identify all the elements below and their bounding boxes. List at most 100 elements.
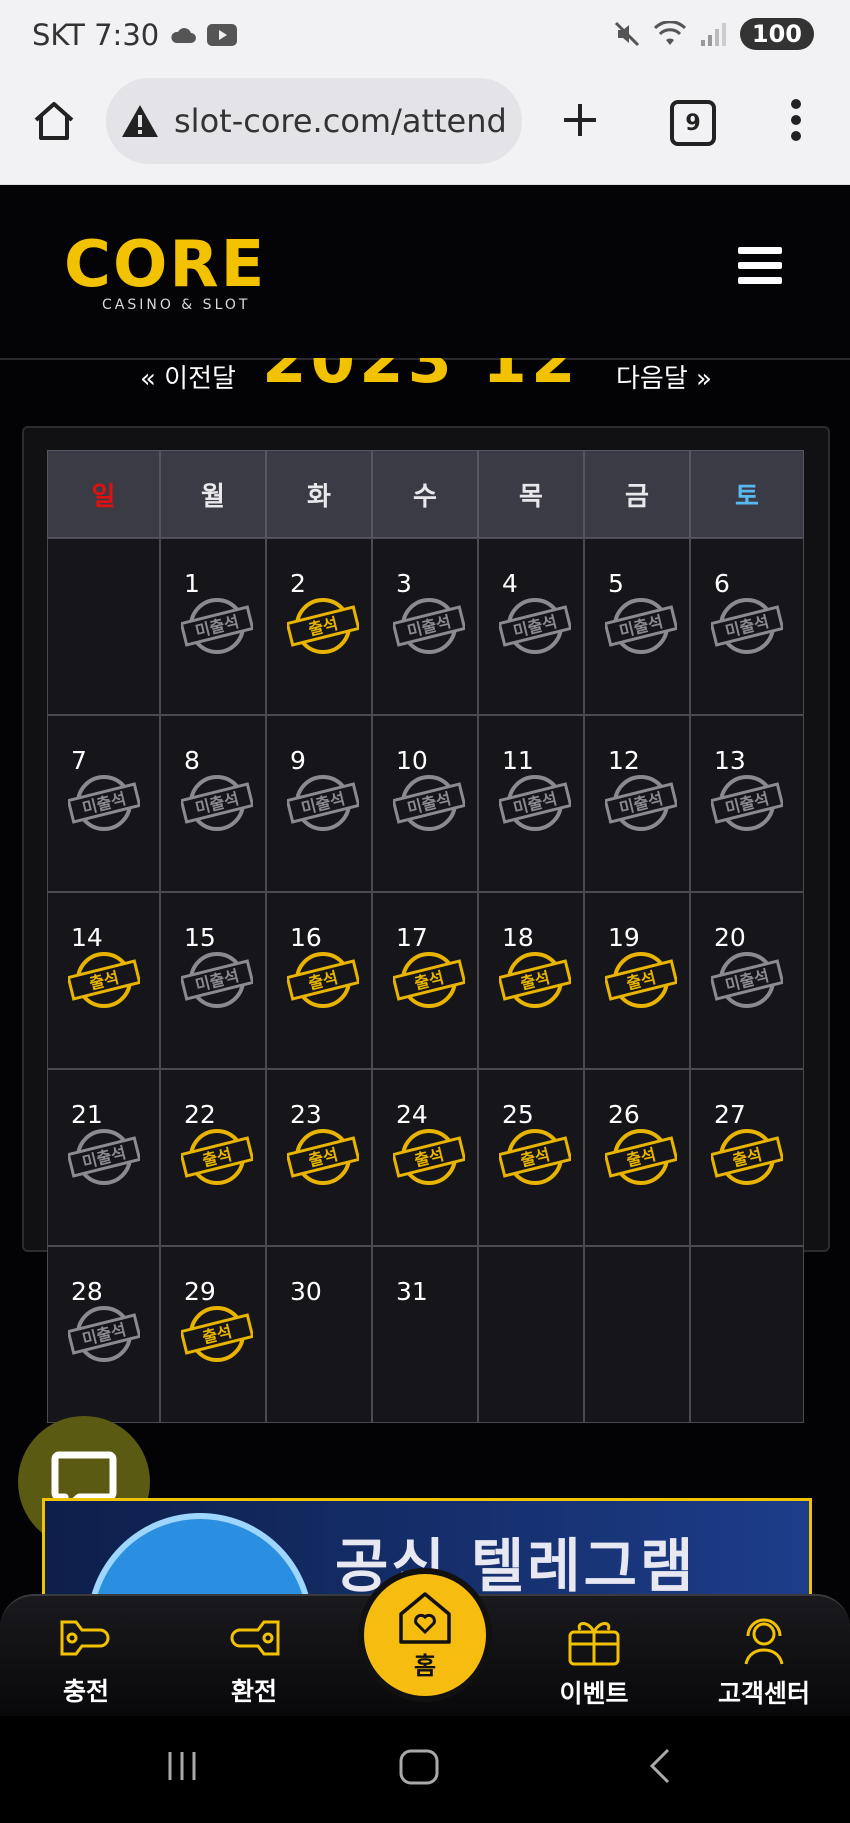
back-icon[interactable] [646, 1746, 672, 1786]
attended-stamp-icon: 출석 [393, 952, 465, 1008]
nav-charge[interactable]: 충전 [26, 1612, 146, 1708]
nav-exchange-label: 환전 [230, 1677, 277, 1706]
day-number: 26 [608, 1100, 640, 1129]
attended-stamp-icon: 출석 [499, 1129, 571, 1185]
bottom-navigation: 충전 환전 홈 이벤트 고객센터 [0, 1568, 850, 1718]
calendar-day-cell: 18 출석 [478, 892, 584, 1069]
day-number: 12 [608, 746, 640, 775]
calendar-day-cell: 20 미출석 [690, 892, 804, 1069]
absent-stamp-icon: 미출석 [181, 952, 253, 1008]
day-number: 8 [184, 746, 200, 775]
attended-stamp-icon: 출석 [181, 1306, 253, 1362]
site-logo[interactable]: CORE CASINO & SLOT [64, 233, 266, 313]
calendar-day-cell: 15 미출석 [160, 892, 266, 1069]
day-number: 25 [502, 1100, 534, 1129]
site-header: CORE CASINO & SLOT [0, 185, 850, 360]
day-number: 29 [184, 1277, 216, 1306]
more-menu-icon[interactable] [788, 98, 804, 142]
absent-stamp-icon: 미출석 [711, 598, 783, 654]
day-number: 28 [71, 1277, 103, 1306]
hamburger-menu-icon[interactable] [738, 247, 782, 292]
new-tab-icon[interactable] [560, 100, 600, 140]
day-number: 2 [290, 569, 306, 598]
calendar-day-cell: 5 미출석 [584, 538, 690, 715]
absent-stamp-icon: 미출석 [287, 775, 359, 831]
calendar-day-cell: 19 출석 [584, 892, 690, 1069]
calendar-day-cell: 24 출석 [372, 1069, 478, 1246]
calendar-day-cell: 8 미출석 [160, 715, 266, 892]
home-heart-icon [399, 1591, 451, 1644]
nav-support[interactable]: 고객센터 [704, 1612, 824, 1710]
tab-switcher-button[interactable]: 9 [670, 100, 716, 146]
absent-stamp-icon: 미출석 [393, 775, 465, 831]
battery-indicator: 100 [739, 18, 814, 50]
telegram-icon [90, 1513, 310, 1597]
nav-support-label: 고객센터 [717, 1679, 810, 1708]
logo-tagline: CASINO & SLOT [102, 297, 251, 313]
calendar-week-row: 7 미출석 8 미출석 9 미출석 10 미출석 11 미출석 12 미출석 13 미출석 [47, 715, 804, 892]
status-bar: SKT 7:30 100 [0, 0, 850, 74]
attended-stamp-icon: 출석 [287, 1129, 359, 1185]
absent-stamp-icon: 미출석 [181, 598, 253, 654]
attended-stamp-icon: 출석 [605, 1129, 677, 1185]
day-number: 14 [71, 923, 103, 952]
calendar-week-row: 28 미출석 29 출석 30 31 [47, 1246, 804, 1423]
day-number: 1 [184, 569, 200, 598]
day-number: 30 [290, 1277, 322, 1306]
calendar-day-cell: 9 미출석 [266, 715, 372, 892]
absent-stamp-icon: 미출석 [711, 952, 783, 1008]
calendar-day-cell: 1 미출석 [160, 538, 266, 715]
calendar-day-cell: 13 미출석 [690, 715, 804, 892]
calendar-day-cell: 25 출석 [478, 1069, 584, 1246]
weekday-header: 일 [47, 450, 160, 538]
calendar-day-cell [47, 538, 160, 715]
calendar-day-cell [690, 1246, 804, 1423]
warning-icon [122, 105, 158, 137]
url-text: slot-core.com/attend [174, 102, 507, 140]
recent-apps-icon[interactable] [164, 1748, 200, 1784]
home-button-icon[interactable] [398, 1748, 440, 1786]
calendar-day-cell: 26 출석 [584, 1069, 690, 1246]
logo-text: CORE [64, 228, 267, 302]
absent-stamp-icon: 미출석 [711, 775, 783, 831]
nav-event[interactable]: 이벤트 [534, 1612, 654, 1710]
calendar-day-cell: 3 미출석 [372, 538, 478, 715]
day-number: 19 [608, 923, 640, 952]
absent-stamp-icon: 미출석 [393, 598, 465, 654]
day-number: 5 [608, 569, 624, 598]
calendar-week-row: 21 미출석 22 출석 23 출석 24 출석 25 출석 26 출석 27 출석 [47, 1069, 804, 1246]
day-number: 20 [714, 923, 746, 952]
calendar-day-cell: 12 미출석 [584, 715, 690, 892]
weekday-header: 월 [160, 450, 266, 538]
day-number: 11 [502, 746, 534, 775]
next-month-link[interactable]: 다음달 » [616, 358, 712, 390]
attended-stamp-icon: 출석 [393, 1129, 465, 1185]
cloud-icon [171, 28, 197, 43]
nav-exchange[interactable]: 환전 [194, 1612, 314, 1708]
calendar-day-cell [478, 1246, 584, 1423]
day-number: 23 [290, 1100, 322, 1129]
absent-stamp-icon: 미출석 [68, 775, 140, 831]
day-number: 9 [290, 746, 306, 775]
weekday-header: 토 [690, 450, 804, 538]
calendar-day-cell: 31 [372, 1246, 478, 1423]
home-icon[interactable] [32, 100, 76, 142]
browser-toolbar: slot-core.com/attend 9 [0, 74, 850, 185]
calendar-day-cell: 22 출석 [160, 1069, 266, 1246]
url-bar[interactable]: slot-core.com/attend [106, 78, 522, 164]
attended-stamp-icon: 출석 [499, 952, 571, 1008]
absent-stamp-icon: 미출석 [499, 775, 571, 831]
day-number: 27 [714, 1100, 746, 1129]
calendar-day-cell: 30 [266, 1246, 372, 1423]
calendar-day-cell: 16 출석 [266, 892, 372, 1069]
day-number: 16 [290, 923, 322, 952]
calendar-day-cell: 29 출석 [160, 1246, 266, 1423]
calendar-week-row: 14 출석 15 미출석 16 출석 17 출석 18 출석 19 출석 20 미출석 [47, 892, 804, 1069]
calendar-day-cell: 10 미출석 [372, 715, 478, 892]
calendar-day-cell: 23 출석 [266, 1069, 372, 1246]
month-navigation: « 이전달 2023 12 다음달 » [0, 358, 850, 390]
weekday-header: 금 [584, 450, 690, 538]
calendar-day-cell: 17 출석 [372, 892, 478, 1069]
nav-home[interactable]: 홈 [358, 1568, 492, 1702]
prev-month-link[interactable]: « 이전달 [140, 358, 236, 390]
